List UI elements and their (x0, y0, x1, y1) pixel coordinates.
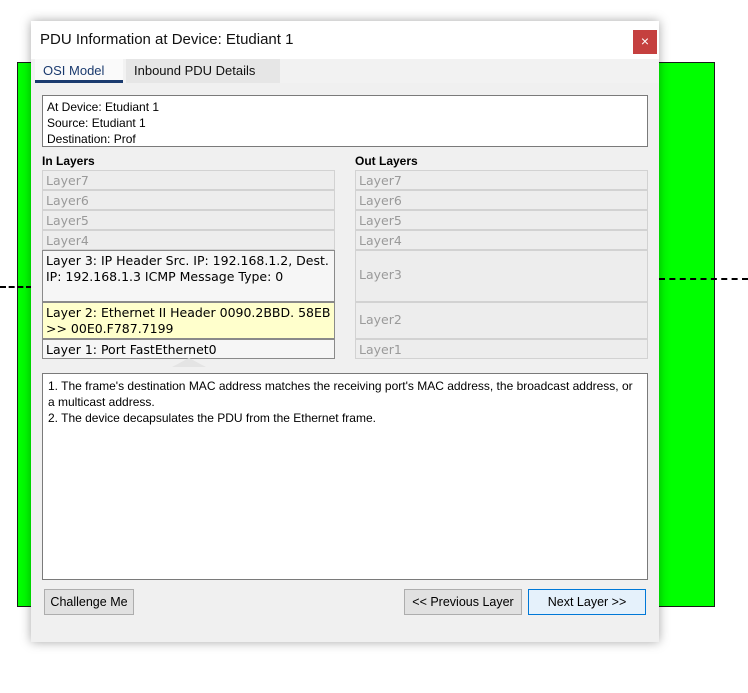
description-line-1: 1. The frame's destination MAC address m… (48, 379, 633, 409)
pdu-info-dialog: PDU Information at Device: Etudiant 1 × … (31, 21, 659, 642)
tab-inbound-pdu-details[interactable]: Inbound PDU Details (126, 59, 280, 83)
osi-model-panel: At Device: Etudiant 1 Source: Etudiant 1… (31, 83, 659, 642)
out-layer-4[interactable]: Layer4 (355, 230, 648, 250)
tab-bar: OSI Model Inbound PDU Details (31, 59, 659, 83)
link-line-left (0, 286, 32, 288)
out-layer-7[interactable]: Layer7 (355, 170, 648, 190)
in-layers-heading: In Layers (42, 154, 95, 168)
out-layer-2[interactable]: Layer2 (355, 302, 648, 339)
in-layer-4[interactable]: Layer4 (42, 230, 335, 250)
out-layer-6[interactable]: Layer6 (355, 190, 648, 210)
dialog-title: PDU Information at Device: Etudiant 1 (40, 31, 294, 48)
previous-layer-button[interactable]: << Previous Layer (404, 589, 522, 615)
close-icon: × (640, 33, 650, 49)
in-layer-1[interactable]: Layer 1: Port FastEthernet0 (42, 339, 335, 359)
close-button[interactable]: × (633, 30, 657, 54)
title-bar[interactable]: PDU Information at Device: Etudiant 1 × (31, 21, 659, 59)
out-layer-3[interactable]: Layer3 (355, 250, 648, 302)
out-layer-5[interactable]: Layer5 (355, 210, 648, 230)
in-layer-7[interactable]: Layer7 (42, 170, 335, 190)
in-layer-6[interactable]: Layer6 (42, 190, 335, 210)
device-info-box: At Device: Etudiant 1 Source: Etudiant 1… (42, 95, 648, 147)
up-arrow-icon (172, 358, 206, 367)
description-line-2: 2. The device decapsulates the PDU from … (48, 411, 376, 425)
in-layer-3[interactable]: Layer 3: IP Header Src. IP: 192.168.1.2,… (42, 250, 335, 302)
challenge-me-button[interactable]: Challenge Me (44, 589, 134, 615)
link-line-right (659, 278, 748, 280)
destination-text: Destination: Prof (47, 132, 136, 146)
layer-description-box: 1. The frame's destination MAC address m… (42, 373, 648, 580)
at-device-text: At Device: Etudiant 1 (47, 100, 160, 114)
in-layer-2[interactable]: Layer 2: Ethernet II Header 0090.2BBD. 5… (42, 302, 335, 339)
in-layer-5[interactable]: Layer5 (42, 210, 335, 230)
tab-osi-model[interactable]: OSI Model (35, 59, 123, 83)
out-layer-1[interactable]: Layer1 (355, 339, 648, 359)
out-layers-heading: Out Layers (355, 154, 418, 168)
source-text: Source: Etudiant 1 (47, 116, 146, 130)
next-layer-button[interactable]: Next Layer >> (528, 589, 646, 615)
